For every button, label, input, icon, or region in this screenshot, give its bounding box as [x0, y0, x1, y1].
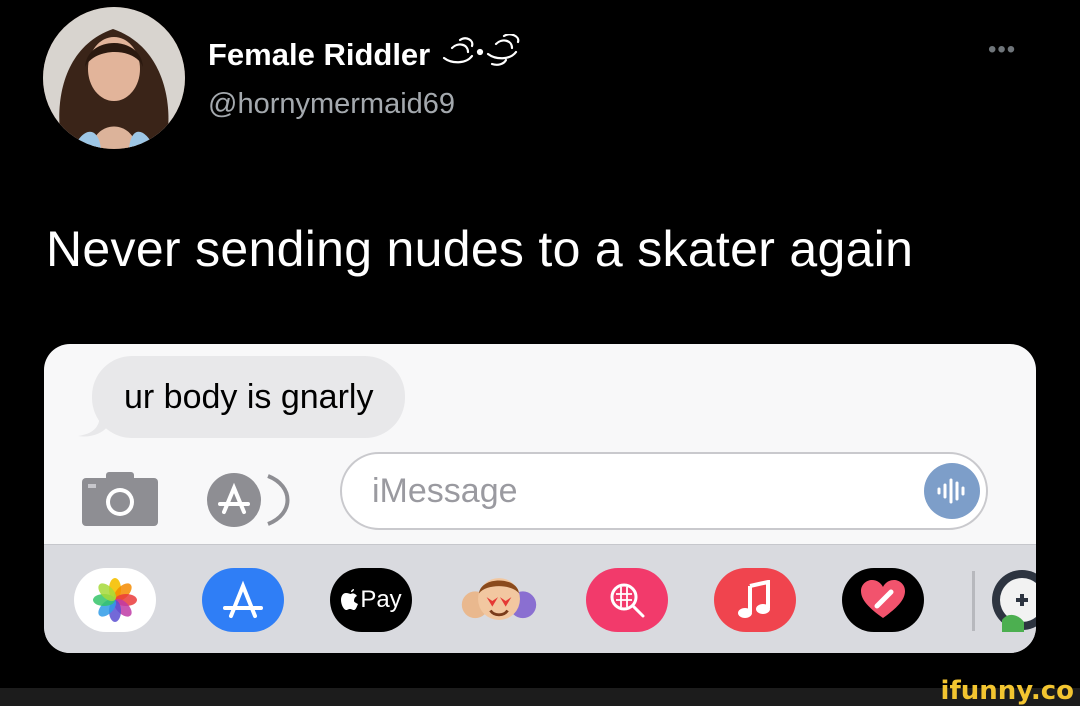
camera-button[interactable] — [82, 472, 158, 531]
apps-button[interactable] — [206, 472, 294, 533]
footer-bar — [0, 688, 1080, 706]
tray-separator — [972, 571, 975, 631]
display-name-row[interactable]: Female Riddler — [208, 33, 532, 76]
music-app-button[interactable] — [714, 568, 796, 632]
digital-touch-button[interactable] — [842, 568, 924, 632]
user-handle[interactable]: @hornymermaid69 — [208, 88, 455, 121]
imessage-placeholder: iMessage — [372, 472, 518, 510]
digital-touch-icon — [861, 580, 905, 618]
display-name[interactable]: Female Riddler — [208, 37, 430, 73]
imessage-screenshot: ur body is gnarly iMessage Pay — [44, 344, 1036, 653]
tweet-text: Never sending nudes to a skater again — [46, 221, 914, 277]
ifunny-watermark: ifunny.co — [940, 676, 1074, 706]
decorative-flourish-icon — [440, 33, 532, 76]
imessage-input[interactable]: iMessage — [340, 452, 988, 530]
game-app-button[interactable] — [988, 568, 1036, 632]
app-store-app-icon — [223, 580, 263, 618]
more-icon[interactable]: ••• — [988, 36, 1016, 64]
app-store-icon — [207, 473, 290, 527]
memoji-icon — [461, 578, 537, 621]
received-message-bubble[interactable]: ur body is gnarly — [92, 356, 406, 438]
app-tray: Pay — [44, 544, 1036, 653]
received-message-text: ur body is gnarly — [124, 377, 374, 416]
memoji-button[interactable] — [458, 568, 540, 632]
photos-app-icon — [93, 578, 137, 622]
camera-icon — [82, 472, 158, 526]
apple-pay-button[interactable]: Pay — [330, 568, 412, 632]
audio-waveform-icon — [937, 478, 965, 504]
game-app-icon — [992, 570, 1036, 632]
profile-avatar[interactable] — [43, 7, 185, 149]
search-images-icon — [610, 583, 645, 618]
music-app-icon — [738, 580, 770, 618]
apple-pay-label: Pay — [360, 586, 402, 613]
app-store-app-button[interactable] — [202, 568, 284, 632]
audio-message-button[interactable] — [924, 463, 980, 519]
apple-pay-icon — [341, 589, 359, 610]
photos-app-button[interactable] — [74, 568, 156, 632]
image-search-button[interactable] — [586, 568, 668, 632]
